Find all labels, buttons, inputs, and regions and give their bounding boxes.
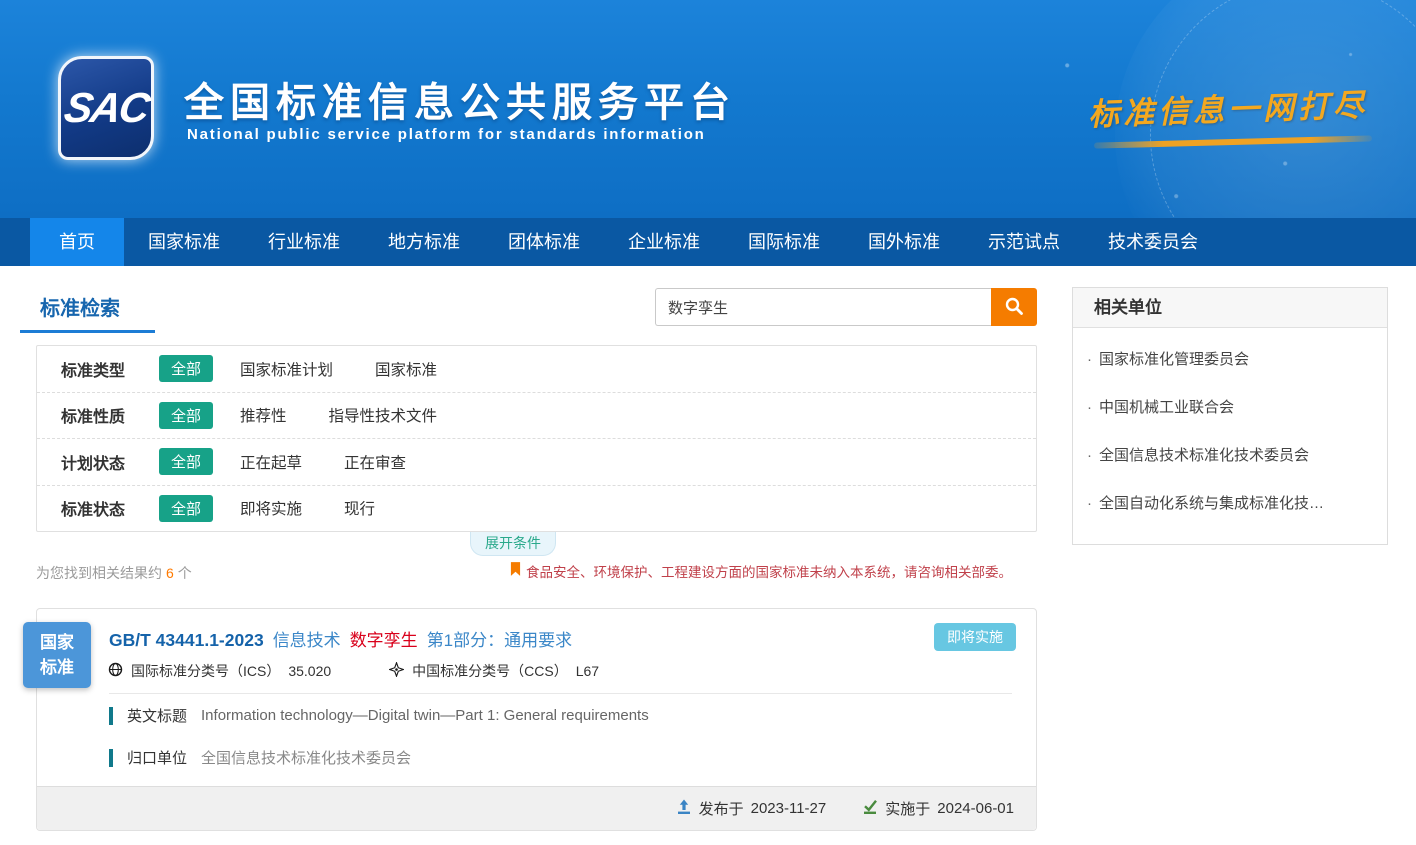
filter-label: 标准性质 xyxy=(61,403,141,427)
compass-icon xyxy=(389,662,404,680)
filter-all-button[interactable]: 全部 xyxy=(159,402,213,429)
standard-code-link[interactable]: GB/T 43441.1-2023 xyxy=(109,630,264,651)
field-accent-bar xyxy=(109,707,113,725)
filter-all-button[interactable]: 全部 xyxy=(159,495,213,522)
page-title-underline xyxy=(20,330,155,333)
notice-text: 食品安全、环境保护、工程建设方面的国家标准未纳入本系统，请咨询相关部委。 xyxy=(526,561,1012,581)
site-title: 全国标准信息公共服务平台 xyxy=(184,70,736,128)
nav-item-local-standards[interactable]: 地方标准 xyxy=(364,218,484,266)
card-divider xyxy=(109,693,1012,694)
nav-item-foreign-standards[interactable]: 国外标准 xyxy=(844,218,964,266)
filter-all-button[interactable]: 全部 xyxy=(159,448,213,475)
filter-option[interactable]: 国家标准计划 xyxy=(240,358,333,380)
main-nav: 首页 国家标准 行业标准 地方标准 团体标准 企业标准 国际标准 国外标准 示范… xyxy=(0,218,1416,266)
classification-row: 国际标准分类号（ICS） 35.020 中国标准分类号（CCS） L67 xyxy=(108,661,599,681)
standard-title-part1[interactable]: 信息技术 xyxy=(273,626,341,651)
implemented-date-group: 实施于 2024-06-01 xyxy=(862,798,1014,819)
system-notice: 食品安全、环境保护、工程建设方面的国家标准未纳入本系统，请咨询相关部委。 xyxy=(510,561,1012,581)
sac-logo[interactable]: SAC xyxy=(58,56,154,160)
english-title-value: Information technology—Digital twin—Part… xyxy=(201,707,649,724)
sidebar-item-machinery-federation[interactable]: ·中国机械工业联合会 xyxy=(1087,384,1373,432)
nav-item-group-standards[interactable]: 团体标准 xyxy=(484,218,604,266)
bullet-dot: · xyxy=(1087,447,1092,464)
published-date-group: 发布于 2023-11-27 xyxy=(676,798,827,819)
ics-value: 35.020 xyxy=(288,663,331,679)
filter-row-standard-status: 标准状态 全部 即将实施 现行 xyxy=(37,485,1036,532)
ccs-group: 中国标准分类号（CCS） L67 xyxy=(389,661,599,681)
results-count: 6 xyxy=(166,565,174,581)
search-box xyxy=(655,288,1037,326)
sidebar-item-it-standardization-committee[interactable]: ·全国信息技术标准化技术委员会 xyxy=(1087,432,1373,480)
globe-icon xyxy=(108,662,123,680)
filter-option[interactable]: 即将实施 xyxy=(240,497,302,519)
nav-item-enterprise-standards[interactable]: 企业标准 xyxy=(604,218,724,266)
header-banner: SAC 全国标准信息公共服务平台 National public service… xyxy=(0,0,1416,218)
bullet-dot: · xyxy=(1087,495,1092,512)
published-date: 2023-11-27 xyxy=(751,800,827,817)
search-button[interactable] xyxy=(991,288,1037,326)
check-icon xyxy=(862,799,878,819)
filter-label: 计划状态 xyxy=(61,450,141,474)
national-standard-badge[interactable]: 国家 标准 xyxy=(23,622,91,688)
sidebar-item-automation-systems-committee[interactable]: ·全国自动化系统与集成标准化技… xyxy=(1087,480,1373,528)
filter-option[interactable]: 指导性技术文件 xyxy=(329,404,438,426)
status-badge: 即将实施 xyxy=(934,623,1016,651)
nav-item-national-standards[interactable]: 国家标准 xyxy=(124,218,244,266)
nav-item-home[interactable]: 首页 xyxy=(30,218,124,266)
results-summary: 为您找到相关结果约6个 xyxy=(36,563,192,583)
filter-option[interactable]: 现行 xyxy=(344,497,375,519)
filter-label: 标准类型 xyxy=(61,357,141,381)
filter-option[interactable]: 推荐性 xyxy=(240,404,287,426)
ccs-value: L67 xyxy=(576,663,599,679)
site-subtitle: National public service platform for sta… xyxy=(187,126,706,143)
card-footer: 发布于 2023-11-27 实施于 2024-06-01 xyxy=(37,786,1036,830)
filter-option[interactable]: 正在审查 xyxy=(344,451,406,473)
nav-item-technical-committee[interactable]: 技术委员会 xyxy=(1084,218,1222,266)
ccs-label: 中国标准分类号（CCS） xyxy=(412,661,568,681)
english-title-field: 英文标题 Information technology—Digital twin… xyxy=(109,705,649,726)
filter-label: 标准状态 xyxy=(61,496,141,520)
filter-row-standard-nature: 标准性质 全部 推荐性 指导性技术文件 xyxy=(37,392,1036,439)
field-accent-bar xyxy=(109,749,113,767)
search-input[interactable] xyxy=(655,288,991,326)
related-organizations-list: ·国家标准化管理委员会 ·中国机械工业联合会 ·全国信息技术标准化技术委员会 ·… xyxy=(1073,328,1387,544)
nav-item-pilot-demo[interactable]: 示范试点 xyxy=(964,218,1084,266)
implemented-date: 2024-06-01 xyxy=(937,800,1014,817)
filter-panel: 标准类型 全部 国家标准计划 国家标准 标准性质 全部 推荐性 指导性技术文件 … xyxy=(36,345,1037,532)
filter-option[interactable]: 正在起草 xyxy=(240,451,302,473)
filter-row-plan-status: 计划状态 全部 正在起草 正在审查 xyxy=(37,438,1036,485)
competent-unit-field: 归口单位 全国信息技术标准化技术委员会 xyxy=(109,747,411,768)
standard-result-card: 国家 标准 GB/T 43441.1-2023 信息技术 数字孪生 第1部分：通… xyxy=(36,608,1037,831)
standard-title-row: GB/T 43441.1-2023 信息技术 数字孪生 第1部分：通用要求 xyxy=(109,626,572,651)
ics-label: 国际标准分类号（ICS） xyxy=(131,661,280,681)
related-organizations-title: 相关单位 xyxy=(1073,288,1387,328)
nav-item-international-standards[interactable]: 国际标准 xyxy=(724,218,844,266)
filter-option[interactable]: 国家标准 xyxy=(375,358,437,380)
sidebar-item-sac[interactable]: ·国家标准化管理委员会 xyxy=(1087,336,1373,384)
sac-logo-text: SAC xyxy=(60,84,151,132)
upload-icon xyxy=(676,799,692,819)
competent-unit-value: 全国信息技术标准化技术委员会 xyxy=(201,747,411,768)
bullet-dot: · xyxy=(1087,351,1092,368)
page: SAC 全国标准信息公共服务平台 National public service… xyxy=(0,0,1416,845)
nav-item-industry-standards[interactable]: 行业标准 xyxy=(244,218,364,266)
page-title: 标准检索 xyxy=(40,292,120,321)
standard-title-highlight[interactable]: 数字孪生 xyxy=(350,626,418,651)
standard-title-part2[interactable]: 第1部分：通用要求 xyxy=(427,626,572,651)
search-icon xyxy=(1004,296,1024,319)
bullet-dot: · xyxy=(1087,399,1092,416)
bookmark-icon xyxy=(510,562,521,580)
expand-conditions-button[interactable]: 展开条件 xyxy=(470,532,556,556)
filter-all-button[interactable]: 全部 xyxy=(159,355,213,382)
filter-row-standard-type: 标准类型 全部 国家标准计划 国家标准 xyxy=(37,346,1036,392)
related-organizations-panel: 相关单位 ·国家标准化管理委员会 ·中国机械工业联合会 ·全国信息技术标准化技术… xyxy=(1072,287,1388,545)
